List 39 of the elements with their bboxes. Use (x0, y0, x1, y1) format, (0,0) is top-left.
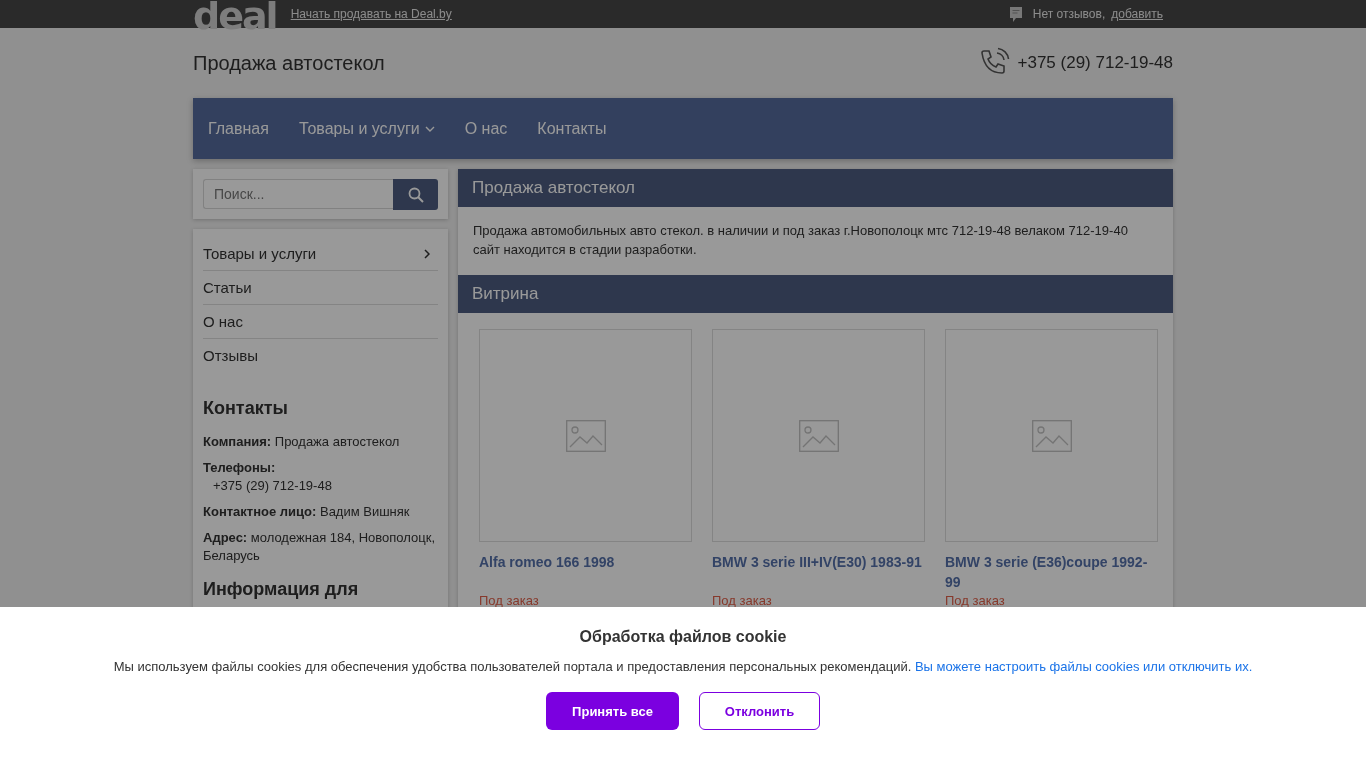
sidebar-menu-item[interactable]: Товары и услуги (203, 237, 438, 271)
search-icon (407, 186, 424, 203)
availability-label: Под заказ (712, 593, 773, 608)
nav-link[interactable]: Товары и услуги (298, 119, 435, 138)
nav-link[interactable]: О нас (464, 119, 508, 138)
cookie-settings-link[interactable]: Вы можете настроить файлы cookies или отключить их. (914, 659, 1253, 674)
contact-label: Телефоны: (203, 459, 277, 477)
search-button[interactable] (393, 179, 438, 210)
comment-icon (1008, 5, 1023, 23)
availability-label: Под заказ (479, 593, 540, 608)
availability-label: Под заказ (945, 593, 1006, 608)
decline-button[interactable]: Отклонить (699, 692, 820, 730)
logo[interactable]: deal (193, 0, 277, 33)
nav-link[interactable]: Главная (208, 119, 269, 138)
section-heading: Витрина (458, 275, 1173, 313)
search-field[interactable]: Поиск... (203, 179, 393, 209)
sidebar-menu-item[interactable]: Статьи (203, 271, 438, 305)
info-heading: Информация для (203, 579, 360, 600)
contact-line: Компания: Продажа автостекол (203, 433, 401, 451)
contact-value: +375 (29) 712-19-48 (212, 477, 333, 495)
site-title: Продажа автостекол (193, 51, 385, 75)
sidebar-menu-item[interactable]: Отзывы (203, 339, 438, 372)
phone-number: +375 (29) 712-19-48 (1017, 53, 1173, 73)
sidebar-menu-item[interactable]: О нас (203, 305, 438, 339)
product-name[interactable]: BMW 3 serie (E36)coupe 1992-99 (945, 552, 1158, 592)
accept-button[interactable]: Принять все (546, 692, 679, 730)
product-name[interactable]: Alfa romeo 166 1998 (479, 552, 692, 592)
nav-link[interactable]: Контакты (537, 119, 607, 138)
cookie-text: Мы используем файлы cookies для обеспечения удобства пользователей портала и предоставления персональных рекомендаций. (113, 659, 912, 674)
section-heading: Продажа автостекол (458, 169, 1173, 207)
description-text: Продажа автомобильных авто стекол. в наличии и под заказ г.Новополоцк мтс 712-19-48 велаком 712-19-40 сайт находится в стадии разработки. (472, 222, 1129, 259)
contact-line: Контактное лицо: Вадим Вишняк (203, 503, 411, 521)
contact-line: Адрес: молодежная 184, Новополоцк, Беларусь (203, 529, 436, 565)
add-review-link[interactable]: добавить (1111, 7, 1163, 21)
cookie-title: Обработка файлов cookie (579, 628, 787, 646)
product-name[interactable]: BMW 3 serie III+IV(E30) 1983-91 (712, 552, 925, 592)
sell-link[interactable]: Начать продавать на Deal.by (290, 7, 452, 21)
reviews-text: Нет отзывов, (1032, 7, 1106, 21)
contacts-heading: Контакты (203, 398, 289, 419)
